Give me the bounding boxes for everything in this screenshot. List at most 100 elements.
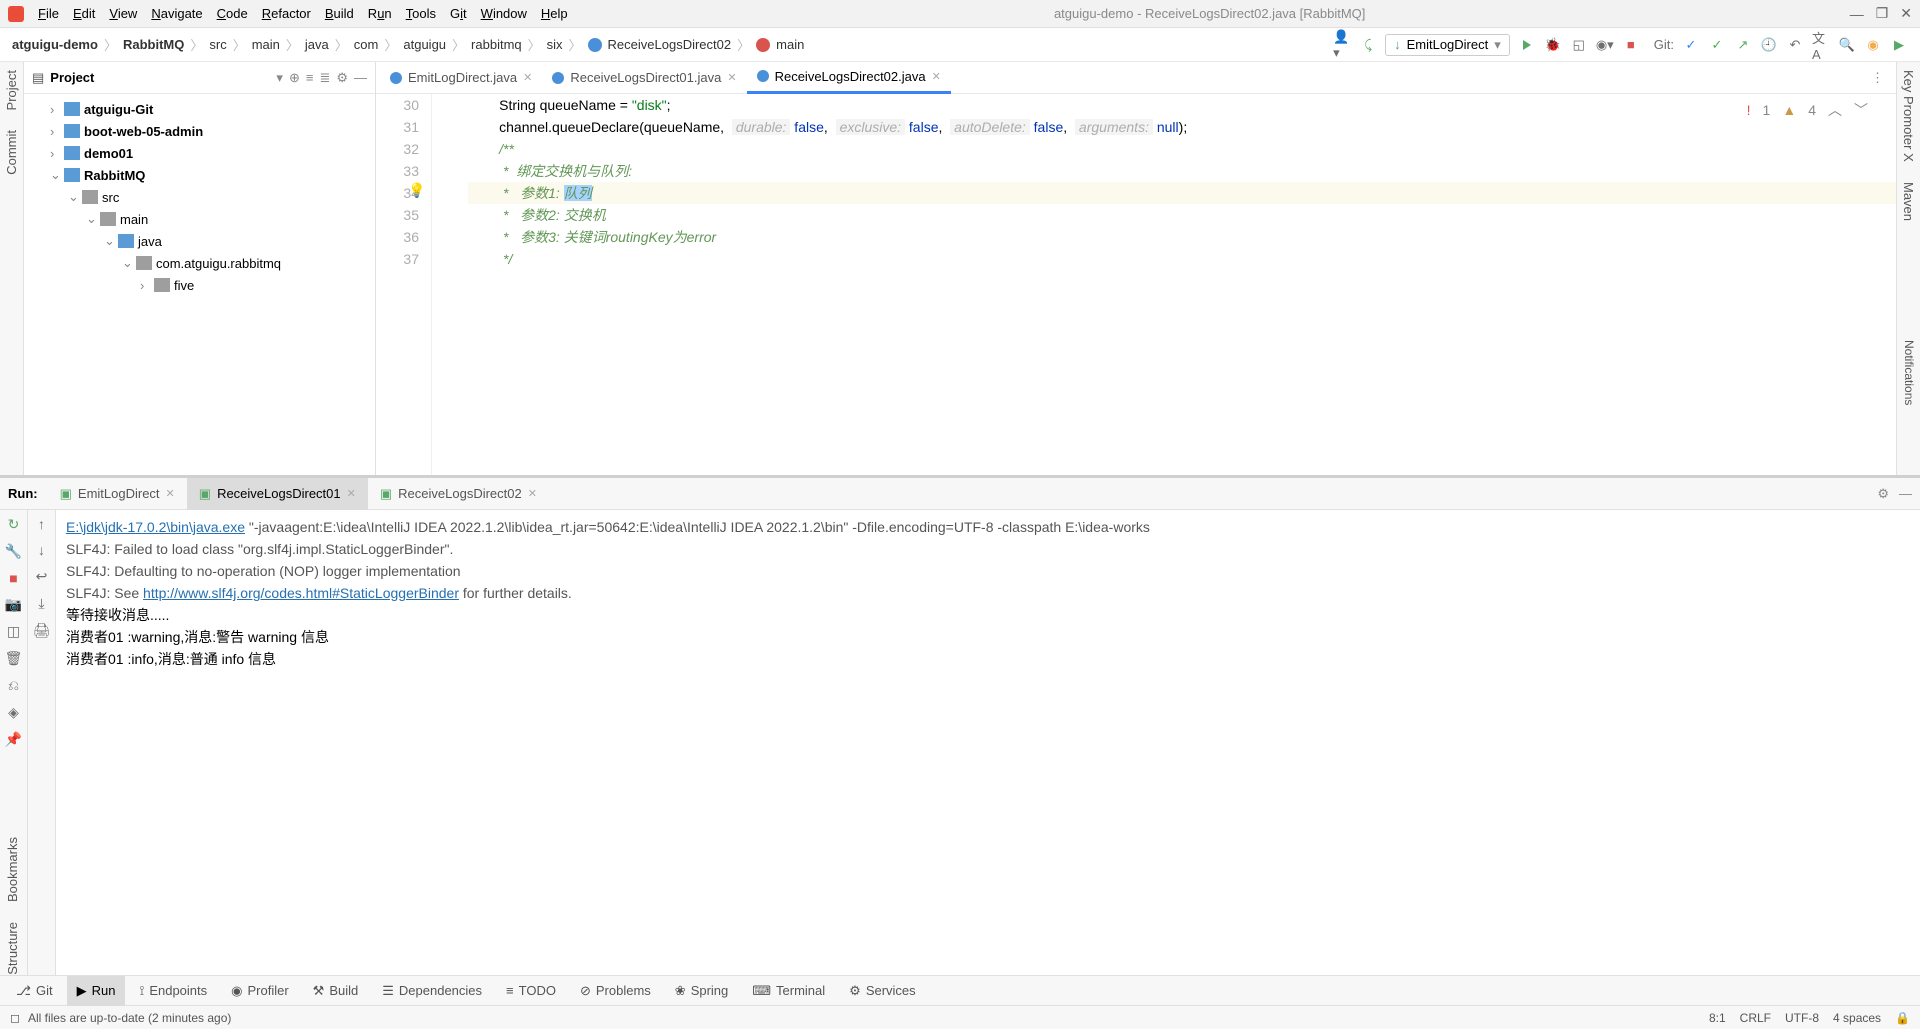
tree-row[interactable]: ⌄java: [24, 230, 375, 252]
user-icon[interactable]: 👤▾: [1333, 36, 1351, 54]
tree-row[interactable]: ⌄RabbitMQ: [24, 164, 375, 186]
code-body[interactable]: !1 ▲4 ︿ ﹀ 3031323334353637 💡 String queu…: [376, 94, 1896, 475]
menu-navigate[interactable]: Navigate: [151, 6, 202, 21]
menu-view[interactable]: View: [109, 6, 137, 21]
editor-tab[interactable]: ReceiveLogsDirect01.java✕: [542, 62, 746, 94]
bottom-tab-build[interactable]: ⚒Build: [303, 976, 369, 1006]
stripe-project[interactable]: Project: [4, 70, 19, 110]
translate-icon[interactable]: 文A: [1812, 36, 1830, 54]
ide-scripting-icon[interactable]: ▶: [1890, 36, 1908, 54]
bottom-tab-endpoints[interactable]: ⟟Endpoints: [129, 976, 217, 1006]
hide-icon[interactable]: —: [354, 70, 367, 85]
close-button[interactable]: ✕: [1900, 5, 1912, 22]
slf4j-link[interactable]: http://www.slf4j.org/codes.html#StaticLo…: [143, 585, 459, 601]
build-icon[interactable]: ⤹: [1359, 36, 1377, 54]
wrench-icon[interactable]: 🔧: [5, 543, 22, 560]
debug-button[interactable]: 🐞: [1544, 36, 1562, 54]
run-button[interactable]: [1518, 36, 1536, 54]
maximize-button[interactable]: ❐: [1876, 5, 1889, 22]
tree-row[interactable]: ›atguigu-Git: [24, 98, 375, 120]
bc-atguigu[interactable]: atguigu: [403, 37, 446, 52]
stripe-commit[interactable]: Commit: [4, 130, 19, 175]
bottom-tab-dependencies[interactable]: ☰Dependencies: [372, 976, 492, 1006]
close-icon[interactable]: ✕: [523, 71, 532, 84]
down-icon[interactable]: ↓: [38, 542, 45, 558]
update-project-icon[interactable]: ✓: [1682, 36, 1700, 54]
menu-code[interactable]: Code: [217, 6, 248, 21]
tree-row[interactable]: ⌄main: [24, 208, 375, 230]
stripe-structure[interactable]: Structure: [5, 922, 20, 975]
menu-tools[interactable]: Tools: [406, 6, 436, 21]
menu-edit[interactable]: Edit: [73, 6, 95, 21]
close-icon[interactable]: ✕: [727, 71, 736, 84]
menu-build[interactable]: Build: [325, 6, 354, 21]
stop-button[interactable]: ■: [1622, 36, 1640, 54]
editor-tab[interactable]: EmitLogDirect.java✕: [380, 62, 542, 94]
bottom-tab-run[interactable]: ▶Run: [67, 976, 126, 1006]
soft-wrap-icon[interactable]: ↩: [36, 568, 48, 585]
exit-icon[interactable]: ⎌: [8, 677, 19, 694]
stripe-bookmarks[interactable]: Bookmarks: [5, 837, 20, 902]
bottom-tab-git[interactable]: ⎇Git: [6, 976, 63, 1006]
expand-all-icon[interactable]: ≡: [306, 70, 314, 85]
close-icon[interactable]: ✕: [932, 70, 941, 83]
jump-icon[interactable]: ◉: [1864, 36, 1882, 54]
code-lines[interactable]: String queueName = "disk"; channel.queue…: [456, 94, 1896, 475]
select-opened-file-icon[interactable]: ⊕: [289, 70, 300, 86]
menu-file[interactable]: File: [38, 6, 59, 21]
up-icon[interactable]: ↑: [38, 516, 45, 532]
run-tab[interactable]: ▣ReceiveLogsDirect01✕: [187, 478, 368, 510]
coverage-button[interactable]: ◱: [1570, 36, 1588, 54]
status-tool-window-icon[interactable]: ◻: [10, 1011, 20, 1025]
bookmark-icon[interactable]: ◈: [8, 704, 19, 721]
camera-icon[interactable]: 📷: [5, 596, 22, 613]
tree-row[interactable]: ›boot-web-05-admin: [24, 120, 375, 142]
stripe-notifications[interactable]: Notifications: [1902, 340, 1916, 405]
profile-button[interactable]: ◉▾: [1596, 36, 1614, 54]
bc-src[interactable]: src: [209, 37, 226, 52]
settings-icon[interactable]: ⚙: [336, 70, 348, 86]
bc-java[interactable]: java: [305, 37, 329, 52]
bc-class[interactable]: ReceiveLogsDirect02: [608, 37, 732, 52]
stop-icon[interactable]: ■: [9, 570, 17, 586]
scroll-end-icon[interactable]: ⤓: [38, 595, 44, 612]
trash-icon[interactable]: 🗑: [5, 650, 23, 667]
menu-git[interactable]: Git: [450, 6, 467, 21]
bottom-tab-todo[interactable]: ≡TODO: [496, 976, 566, 1006]
editor-inspections[interactable]: !1 ▲4 ︿ ﹀: [1747, 100, 1868, 120]
editor-tabs-options[interactable]: ⋮: [1863, 70, 1892, 86]
search-icon[interactable]: 🔍: [1838, 36, 1856, 54]
run-tab[interactable]: ▣EmitLogDirect✕: [48, 478, 187, 510]
tree-row[interactable]: ⌄src: [24, 186, 375, 208]
stripe-key-promoter[interactable]: Key Promoter X: [1901, 70, 1916, 162]
bottom-tab-services[interactable]: ⚙Services: [839, 976, 926, 1006]
line-separator[interactable]: CRLF: [1740, 1011, 1771, 1025]
console[interactable]: E:\jdk\jdk-17.0.2\bin\java.exe "-javaage…: [56, 510, 1920, 975]
run-tab[interactable]: ▣ReceiveLogsDirect02✕: [368, 478, 549, 510]
print-icon[interactable]: 🖨: [33, 622, 51, 639]
bc-six[interactable]: six: [547, 37, 563, 52]
stripe-maven[interactable]: Maven: [1901, 182, 1916, 221]
commit-icon[interactable]: ✓: [1708, 36, 1726, 54]
cursor-position[interactable]: 8:1: [1709, 1011, 1726, 1025]
menu-window[interactable]: Window: [481, 6, 527, 21]
bottom-tab-problems[interactable]: ⊘Problems: [570, 976, 661, 1006]
menu-help[interactable]: Help: [541, 6, 568, 21]
bc-rabbitmq[interactable]: rabbitmq: [471, 37, 522, 52]
bc-module[interactable]: RabbitMQ: [123, 37, 184, 52]
tree-row[interactable]: ⌄com.atguigu.rabbitmq: [24, 252, 375, 274]
push-icon[interactable]: ↗: [1734, 36, 1752, 54]
rollback-icon[interactable]: ↶: [1786, 36, 1804, 54]
bc-project[interactable]: atguigu-demo: [12, 37, 98, 52]
run-config-selector[interactable]: ↓ EmitLogDirect ▾: [1385, 34, 1510, 56]
menu-run[interactable]: Run: [368, 6, 392, 21]
run-hide-icon[interactable]: —: [1899, 486, 1912, 502]
menu-refactor[interactable]: Refactor: [262, 6, 311, 21]
bc-method[interactable]: main: [776, 37, 804, 52]
bottom-tab-profiler[interactable]: ◉Profiler: [221, 976, 299, 1006]
java-exe-link[interactable]: E:\jdk\jdk-17.0.2\bin\java.exe: [66, 519, 245, 535]
intention-bulb-icon[interactable]: 💡: [408, 182, 425, 199]
bottom-tab-spring[interactable]: ❀Spring: [665, 976, 738, 1006]
bc-com[interactable]: com: [354, 37, 379, 52]
chevron-down-icon[interactable]: ﹀: [1854, 100, 1868, 120]
